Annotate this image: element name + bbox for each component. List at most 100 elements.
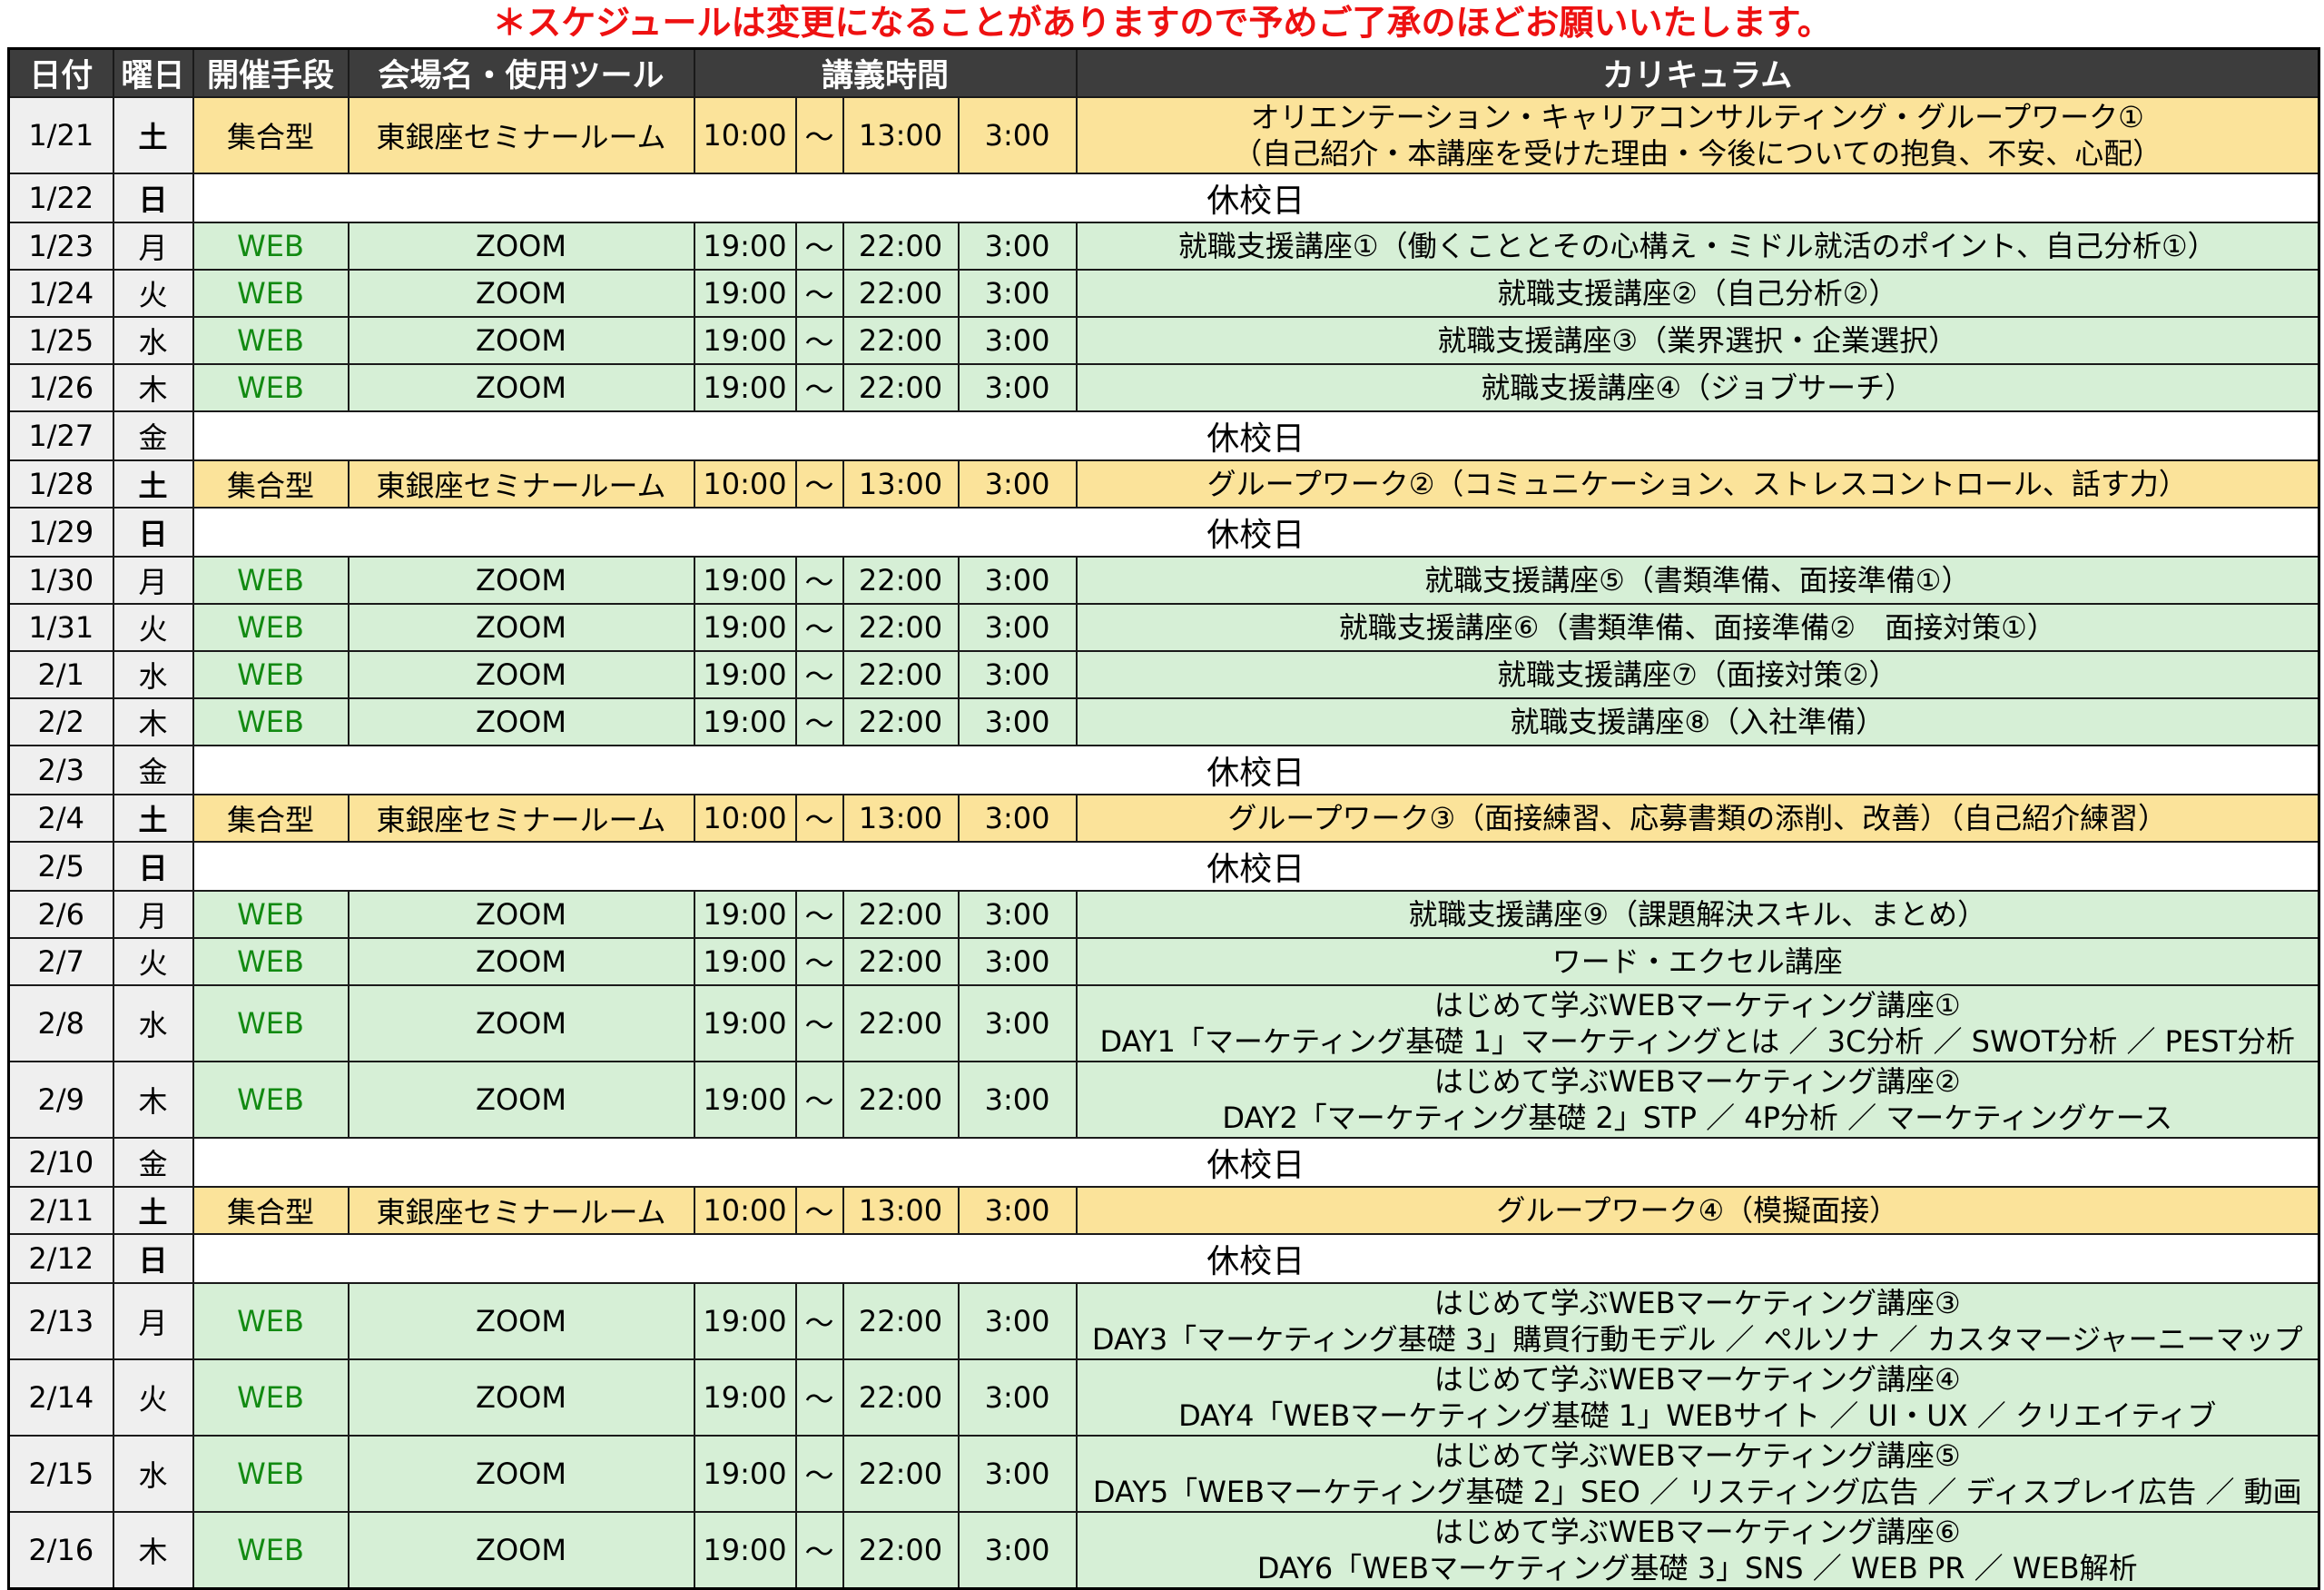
date-cell: 1/25 — [7, 316, 114, 365]
holiday-label: 休校日 — [192, 173, 2320, 223]
time-separator: ～ — [794, 603, 844, 652]
end-time-cell: 22:00 — [842, 697, 960, 746]
schedule-row: 2/8 水 WEB ZOOM 19:00 ～ 22:00 3:00 はじめて学ぶWEBマーケティ… — [7, 984, 2320, 1062]
weekday-cell: 金 — [112, 410, 194, 461]
time-separator: ～ — [794, 1186, 844, 1235]
weekday-cell: 火 — [112, 269, 194, 318]
curriculum-line: DAY2「マーケティング基礎 2」STP ／ 4P分析 ／ マーケティングケース — [1222, 1101, 2173, 1135]
end-time-cell: 13:00 — [842, 794, 960, 843]
venue-cell: ZOOM — [347, 363, 695, 412]
duration-cell: 3:00 — [957, 937, 1078, 986]
end-time-cell: 22:00 — [842, 650, 960, 699]
time-separator: ～ — [794, 363, 844, 412]
start-time-cell: 19:00 — [693, 1511, 797, 1589]
venue-cell: ZOOM — [347, 269, 695, 318]
weekday-cell: 日 — [112, 841, 194, 892]
start-time-cell: 19:00 — [693, 1435, 797, 1513]
date-cell: 2/6 — [7, 890, 114, 939]
weekday-cell: 水 — [112, 316, 194, 365]
end-time-cell: 13:00 — [842, 96, 960, 174]
start-time-cell: 19:00 — [693, 556, 797, 605]
start-time-cell: 19:00 — [693, 269, 797, 318]
start-time-cell: 10:00 — [693, 96, 797, 174]
curriculum-line: DAY1「マーケティング基礎 1」マーケティングとは ／ 3C分析 ／ SWOT… — [1099, 1024, 2296, 1059]
holiday-label: 休校日 — [192, 410, 2320, 461]
method-cell: WEB — [192, 363, 350, 412]
curriculum-cell: 就職支援講座⑧（入社準備） — [1075, 697, 2320, 746]
schedule-row: 2/13 月 WEB ZOOM 19:00 ～ 22:00 3:00 はじめて学ぶWEBマーケテ… — [7, 1282, 2320, 1360]
method-cell: WEB — [192, 1061, 350, 1139]
start-time-cell: 19:00 — [693, 1061, 797, 1139]
end-time-cell: 22:00 — [842, 984, 960, 1062]
holiday-label: 休校日 — [192, 841, 2320, 892]
schedule-row: 2/11 土集合型 東銀座セミナールーム 10:00 ～ 13:00 3:00 グループワーク… — [7, 1186, 2320, 1235]
date-cell: 2/13 — [7, 1282, 114, 1360]
duration-cell: 3:00 — [957, 556, 1078, 605]
venue-cell: 東銀座セミナールーム — [347, 794, 695, 843]
holiday-row: 1/22 日休校日 — [7, 173, 2320, 223]
end-time-cell: 22:00 — [842, 1435, 960, 1513]
curriculum-line: グループワーク④（模擬面接） — [1496, 1193, 1899, 1228]
venue-cell: ZOOM — [347, 890, 695, 939]
schedule-row: 1/25 水 WEB ZOOM 19:00 ～ 22:00 3:00 就職支援講座③（業界選択・… — [7, 316, 2320, 365]
venue-cell: 東銀座セミナールーム — [347, 459, 695, 509]
duration-cell: 3:00 — [957, 363, 1078, 412]
weekday-cell: 日 — [112, 507, 194, 558]
method-cell: WEB — [192, 890, 350, 939]
method-cell: WEB — [192, 1511, 350, 1589]
method-cell: WEB — [192, 697, 350, 746]
curriculum-line: オリエンテーション・キャリアコンサルティング・グループワーク① — [1250, 100, 2144, 134]
date-cell: 1/22 — [7, 173, 114, 223]
schedule-row: 2/7 火 WEB ZOOM 19:00 ～ 22:00 3:00 ワード・エクセル講座 — [7, 937, 2320, 986]
weekday-cell: 日 — [112, 173, 194, 223]
method-cell: WEB — [192, 1282, 350, 1360]
weekday-cell: 木 — [112, 1061, 194, 1139]
duration-cell: 3:00 — [957, 1282, 1078, 1360]
date-cell: 1/29 — [7, 507, 114, 558]
curriculum-line: （自己紹介・本講座を受けた理由・今後についての抱負、不安、心配） — [1233, 136, 2162, 171]
time-separator: ～ — [794, 556, 844, 605]
weekday-cell: 土 — [112, 794, 194, 843]
venue-cell: ZOOM — [347, 1061, 695, 1139]
schedule-row: 2/2 木 WEB ZOOM 19:00 ～ 22:00 3:00 就職支援講座⑧（入社準備） — [7, 697, 2320, 746]
date-cell: 2/14 — [7, 1358, 114, 1437]
duration-cell: 3:00 — [957, 1511, 1078, 1589]
holiday-row: 2/3 金休校日 — [7, 745, 2320, 795]
curriculum-line: 就職支援講座④（ジョブサーチ） — [1481, 370, 1915, 405]
header-venue: 会場名・使用ツール — [347, 47, 695, 98]
venue-cell: 東銀座セミナールーム — [347, 96, 695, 174]
schedule-row: 2/16 木 WEB ZOOM 19:00 ～ 22:00 3:00 はじめて学ぶWEBマーケテ… — [7, 1511, 2320, 1589]
time-separator: ～ — [794, 1282, 844, 1360]
curriculum-line: グループワーク③（面接練習、応募書類の添削、改善）（自己紹介練習） — [1227, 801, 2168, 835]
weekday-cell: 月 — [112, 556, 194, 605]
weekday-cell: 月 — [112, 1282, 194, 1360]
time-separator: ～ — [794, 984, 844, 1062]
holiday-row: 2/12 日休校日 — [7, 1233, 2320, 1284]
weekday-cell: 日 — [112, 1233, 194, 1284]
method-cell: WEB — [192, 269, 350, 318]
curriculum-line: 就職支援講座⑤（書類準備、面接準備①） — [1424, 563, 1971, 597]
curriculum-cell: グループワーク③（面接練習、応募書類の添削、改善）（自己紹介練習） — [1075, 794, 2320, 843]
curriculum-line: ワード・エクセル講座 — [1551, 944, 1843, 979]
duration-cell: 3:00 — [957, 1358, 1078, 1437]
curriculum-line: 就職支援講座⑧（入社準備） — [1510, 705, 1886, 739]
duration-cell: 3:00 — [957, 459, 1078, 509]
curriculum-cell: ワード・エクセル講座 — [1075, 937, 2320, 986]
start-time-cell: 10:00 — [693, 1186, 797, 1235]
time-separator: ～ — [794, 1358, 844, 1437]
date-cell: 2/2 — [7, 697, 114, 746]
venue-cell: ZOOM — [347, 937, 695, 986]
duration-cell: 3:00 — [957, 697, 1078, 746]
start-time-cell: 19:00 — [693, 650, 797, 699]
schedule-row: 2/15 水 WEB ZOOM 19:00 ～ 22:00 3:00 はじめて学ぶWEBマーケテ… — [7, 1435, 2320, 1513]
schedule-row: 2/14 火 WEB ZOOM 19:00 ～ 22:00 3:00 はじめて学ぶWEBマーケテ… — [7, 1358, 2320, 1437]
curriculum-cell: はじめて学ぶWEBマーケティング講座⑤ DAY5「WEBマーケティング基礎 2」S… — [1075, 1435, 2320, 1513]
venue-cell: ZOOM — [347, 984, 695, 1062]
header-curriculum: カリキュラム — [1075, 47, 2320, 98]
date-cell: 2/3 — [7, 745, 114, 795]
end-time-cell: 22:00 — [842, 603, 960, 652]
date-cell: 2/9 — [7, 1061, 114, 1139]
schedule-change-notice: ＊スケジュールは変更になることがありますので予めご了承のほどお願いいたします。 — [492, 3, 1832, 43]
time-separator: ～ — [794, 890, 844, 939]
weekday-cell: 金 — [112, 1137, 194, 1188]
